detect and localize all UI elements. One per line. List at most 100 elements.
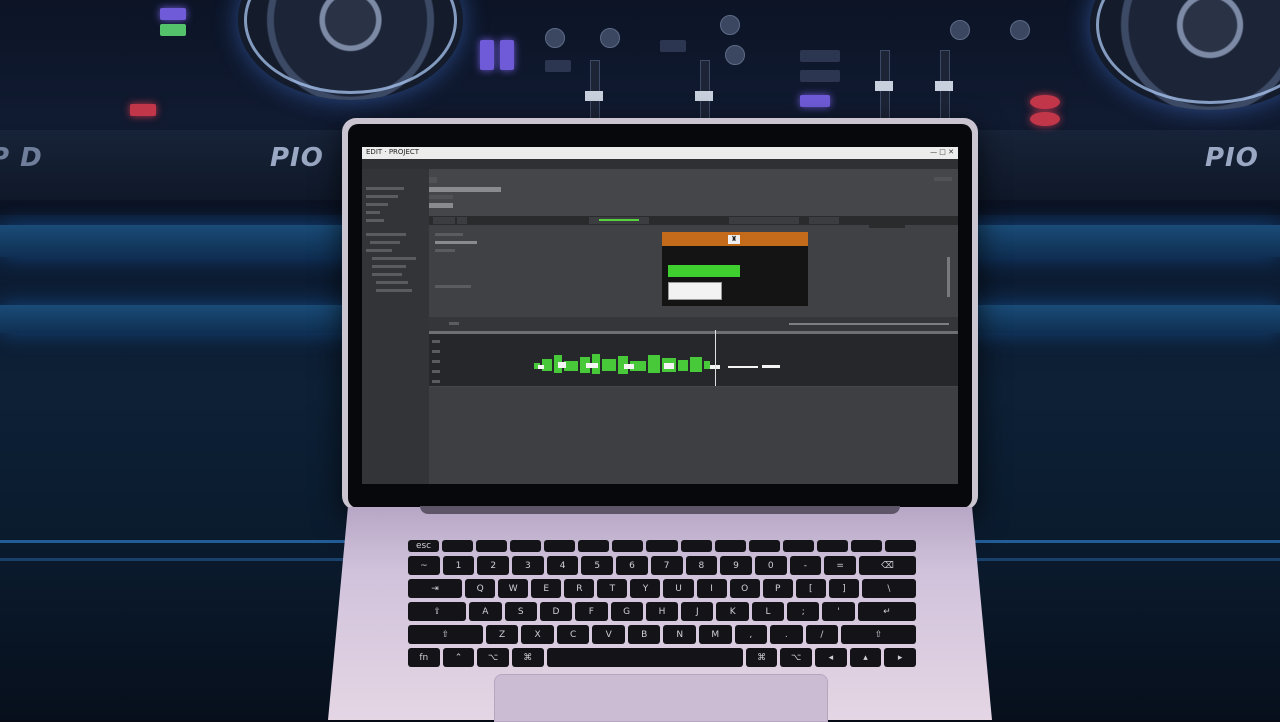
panel-tab[interactable] [433, 217, 455, 224]
keyboard-key[interactable] [546, 648, 743, 667]
keyboard-key[interactable]: 8 [685, 556, 718, 575]
keyboard-key[interactable] [510, 540, 542, 552]
keyboard-key[interactable] [850, 540, 882, 552]
keyboard-key[interactable]: J [681, 602, 714, 621]
keyboard-key[interactable]: = [824, 556, 856, 575]
keyboard-key[interactable]: [ [795, 579, 826, 598]
timeline-marker[interactable] [449, 322, 459, 325]
sidebar-item[interactable] [370, 241, 400, 244]
keyboard-key[interactable]: Q [465, 579, 496, 598]
sidebar-item[interactable] [376, 281, 408, 284]
keyboard-key[interactable]: S [504, 602, 537, 621]
keyboard-key[interactable]: ⌘ [511, 648, 544, 667]
keyboard-key[interactable] [442, 540, 474, 552]
keyboard-key[interactable]: X [521, 625, 554, 644]
keyboard-key[interactable]: W [498, 579, 529, 598]
trackpad[interactable] [494, 674, 828, 722]
keyboard-key[interactable]: V [592, 625, 625, 644]
sidebar-item[interactable] [366, 211, 380, 214]
audio-waveform[interactable] [534, 353, 834, 377]
header-control[interactable] [934, 177, 952, 181]
keyboard-key[interactable]: / [805, 625, 839, 644]
keyboard-key[interactable] [884, 540, 916, 552]
keyboard-key[interactable]: ▴ [849, 648, 882, 667]
sidebar-item[interactable] [366, 233, 406, 236]
trophy-icon[interactable]: ♜ [728, 235, 740, 244]
keyboard-key[interactable]: P [762, 579, 793, 598]
keyboard-key[interactable] [476, 540, 508, 552]
keyboard-key[interactable]: F [575, 602, 608, 621]
keyboard-key[interactable] [612, 540, 644, 552]
keyboard-key[interactable] [544, 540, 576, 552]
keyboard-key[interactable]: ▸ [884, 648, 916, 667]
keyboard-key[interactable]: N [663, 625, 697, 644]
keyboard-key[interactable]: ⌥ [780, 648, 813, 667]
keyboard-key[interactable]: ⌥ [477, 648, 509, 667]
keyboard-key[interactable]: ⌫ [858, 556, 916, 575]
keyboard-key[interactable]: H [645, 602, 679, 621]
playhead[interactable] [715, 330, 716, 386]
keyboard-key[interactable]: 1 [442, 556, 475, 575]
keyboard-key[interactable] [748, 540, 780, 552]
keyboard-key[interactable]: U [663, 579, 694, 598]
keyboard-key[interactable]: 7 [650, 556, 683, 575]
keyboard-key[interactable]: G [610, 602, 643, 621]
keyboard-key[interactable]: R [564, 579, 595, 598]
inspector-row[interactable] [435, 241, 477, 244]
keyboard-key[interactable]: E [531, 579, 562, 598]
panel-tab[interactable] [809, 217, 839, 224]
scrollbar[interactable] [947, 257, 950, 297]
keyboard-key[interactable]: D [539, 602, 573, 621]
keyboard-key[interactable]: Z [485, 625, 519, 644]
keyboard-key[interactable]: ⇧ [408, 625, 483, 644]
keyboard-key[interactable] [714, 540, 746, 552]
keyboard-key[interactable] [680, 540, 712, 552]
sidebar-item[interactable] [366, 195, 398, 198]
keyboard-key[interactable]: ⌘ [745, 648, 778, 667]
keyboard-key[interactable]: ~ [408, 556, 440, 575]
keyboard-key[interactable]: ⌃ [442, 648, 475, 667]
header-field[interactable] [429, 195, 453, 199]
keyboard-key[interactable]: ⇪ [408, 602, 467, 621]
keyboard-key[interactable]: B [627, 625, 661, 644]
sidebar-item[interactable] [372, 257, 416, 260]
header-field[interactable] [429, 203, 453, 208]
keyboard-key[interactable]: 4 [546, 556, 579, 575]
keyboard-key[interactable]: 9 [720, 556, 752, 575]
keyboard-key[interactable]: ⇥ [408, 579, 463, 598]
keyboard-key[interactable]: M [699, 625, 732, 644]
keyboard-key[interactable]: ◂ [815, 648, 847, 667]
timeline-range[interactable] [789, 323, 949, 325]
header-field[interactable] [429, 187, 501, 192]
keyboard-key[interactable]: 6 [616, 556, 648, 575]
keyboard-key[interactable]: fn [408, 648, 440, 667]
preview-dialog[interactable]: ♜ [662, 232, 808, 306]
keyboard-key[interactable]: 5 [581, 556, 614, 575]
panel-tab[interactable] [457, 217, 467, 224]
panel-tab[interactable] [729, 217, 799, 224]
keyboard-key[interactable]: 2 [477, 556, 510, 575]
keyboard-key[interactable]: O [729, 579, 760, 598]
keyboard-key[interactable]: A [469, 602, 502, 621]
keyboard-key[interactable]: I [696, 579, 727, 598]
sidebar-item[interactable] [372, 265, 406, 268]
sidebar-item[interactable] [376, 289, 412, 292]
keyboard-key[interactable]: ] [828, 579, 859, 598]
sidebar-item[interactable] [366, 187, 404, 190]
sidebar-item[interactable] [366, 203, 388, 206]
keyboard-key[interactable]: ⇧ [841, 625, 916, 644]
keyboard-key[interactable]: - [789, 556, 822, 575]
keyboard-key[interactable] [782, 540, 814, 552]
keyboard-key[interactable]: Y [630, 579, 661, 598]
window-controls[interactable]: — □ ✕ [930, 148, 954, 156]
keyboard-key[interactable]: esc [408, 540, 440, 552]
keyboard-key[interactable]: , [734, 625, 768, 644]
sidebar-item[interactable] [366, 219, 384, 222]
keyboard-key[interactable]: 3 [512, 556, 544, 575]
keyboard-key[interactable]: K [716, 602, 749, 621]
keyboard-key[interactable]: ' [822, 602, 855, 621]
keyboard-key[interactable]: T [597, 579, 628, 598]
keyboard-key[interactable]: C [556, 625, 590, 644]
menu-bar[interactable] [362, 159, 958, 169]
keyboard-key[interactable]: ↵ [857, 602, 916, 621]
